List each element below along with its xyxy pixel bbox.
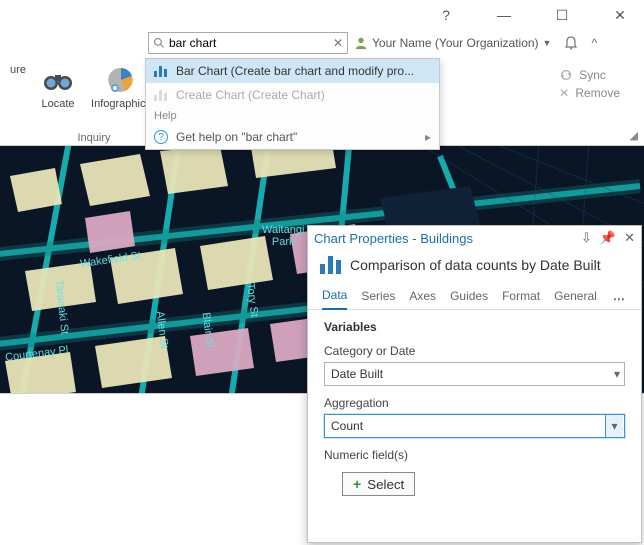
tab-series[interactable]: Series: [361, 289, 395, 309]
variables-section-label: Variables: [324, 320, 625, 334]
user-icon: [354, 36, 368, 50]
minimize-icon[interactable]: —: [486, 7, 522, 23]
infographics-icon: [105, 64, 137, 96]
clear-search-icon[interactable]: ✕: [333, 36, 343, 50]
autohide-icon[interactable]: ⇩: [581, 230, 592, 246]
sync-icon: [559, 68, 573, 82]
suggestion-help[interactable]: ? Get help on "bar chart" ▸: [146, 125, 439, 149]
ribbon-dialog-launcher[interactable]: ◢: [630, 129, 638, 142]
search-suggestions: Bar Chart (Create bar chart and modify p…: [145, 58, 440, 150]
close-icon[interactable]: ✕: [602, 7, 638, 24]
measure-button[interactable]: ure: [8, 62, 28, 76]
tab-more-icon[interactable]: ⋯: [613, 292, 625, 306]
suggestion-bar-chart[interactable]: Bar Chart (Create bar chart and modify p…: [146, 59, 439, 83]
collapse-ribbon-icon[interactable]: ^: [591, 36, 597, 50]
tab-axes[interactable]: Axes: [409, 289, 436, 309]
panel-title: Chart Properties - Buildings: [314, 231, 473, 246]
aggregation-label: Aggregation: [324, 396, 625, 410]
command-search[interactable]: ✕: [148, 32, 348, 54]
select-fields-button[interactable]: + Select: [342, 472, 415, 496]
category-label: Category or Date: [324, 344, 625, 358]
notification-icon[interactable]: [563, 35, 579, 51]
map-label-park: Waitangi Park: [262, 224, 304, 248]
chevron-down-icon: ▾: [614, 367, 620, 381]
panel-tabs: Data Series Axes Guides Format General ⋯…: [308, 284, 641, 310]
suggestion-help-header: Help: [146, 107, 439, 125]
help-icon[interactable]: ?: [428, 7, 464, 23]
chart-properties-panel: Chart Properties - Buildings ⇩ 📌 ✕ Compa…: [307, 225, 642, 543]
locate-button[interactable]: Locate: [34, 62, 82, 110]
user-label[interactable]: Your Name (Your Organization): [372, 36, 539, 50]
search-icon: [153, 37, 165, 49]
chevron-down-icon: ▾: [611, 419, 617, 433]
numeric-fields-label: Numeric field(s): [324, 448, 625, 462]
binoculars-icon: [42, 64, 74, 96]
remove-icon: ✕: [559, 86, 569, 100]
bar-chart-icon: [154, 65, 168, 77]
chevron-right-icon: ▸: [425, 130, 431, 144]
plus-icon: +: [353, 476, 361, 492]
tab-general[interactable]: General: [554, 289, 597, 309]
bar-chart-icon: [320, 256, 342, 274]
tab-format[interactable]: Format: [502, 289, 540, 309]
pin-icon[interactable]: 📌: [600, 230, 616, 246]
help-circle-icon: ?: [154, 130, 168, 144]
tab-data[interactable]: Data: [322, 288, 347, 310]
bar-chart-icon: [154, 89, 168, 101]
user-dropdown-icon[interactable]: ▼: [543, 38, 552, 48]
chart-heading: Comparison of data counts by Date Built: [350, 257, 601, 273]
maximize-icon[interactable]: ☐: [544, 7, 580, 24]
command-search-input[interactable]: [169, 36, 329, 50]
aggregation-select[interactable]: Count ▾: [324, 414, 625, 438]
panel-close-icon[interactable]: ✕: [624, 230, 635, 246]
suggestion-create-chart: Create Chart (Create Chart): [146, 83, 439, 107]
remove-button: ✕ Remove: [559, 86, 620, 100]
tab-guides[interactable]: Guides: [450, 289, 488, 309]
sync-button: Sync: [559, 68, 620, 82]
category-select[interactable]: Date Built ▾: [324, 362, 625, 386]
ribbon-group-label: Inquiry: [77, 132, 110, 145]
